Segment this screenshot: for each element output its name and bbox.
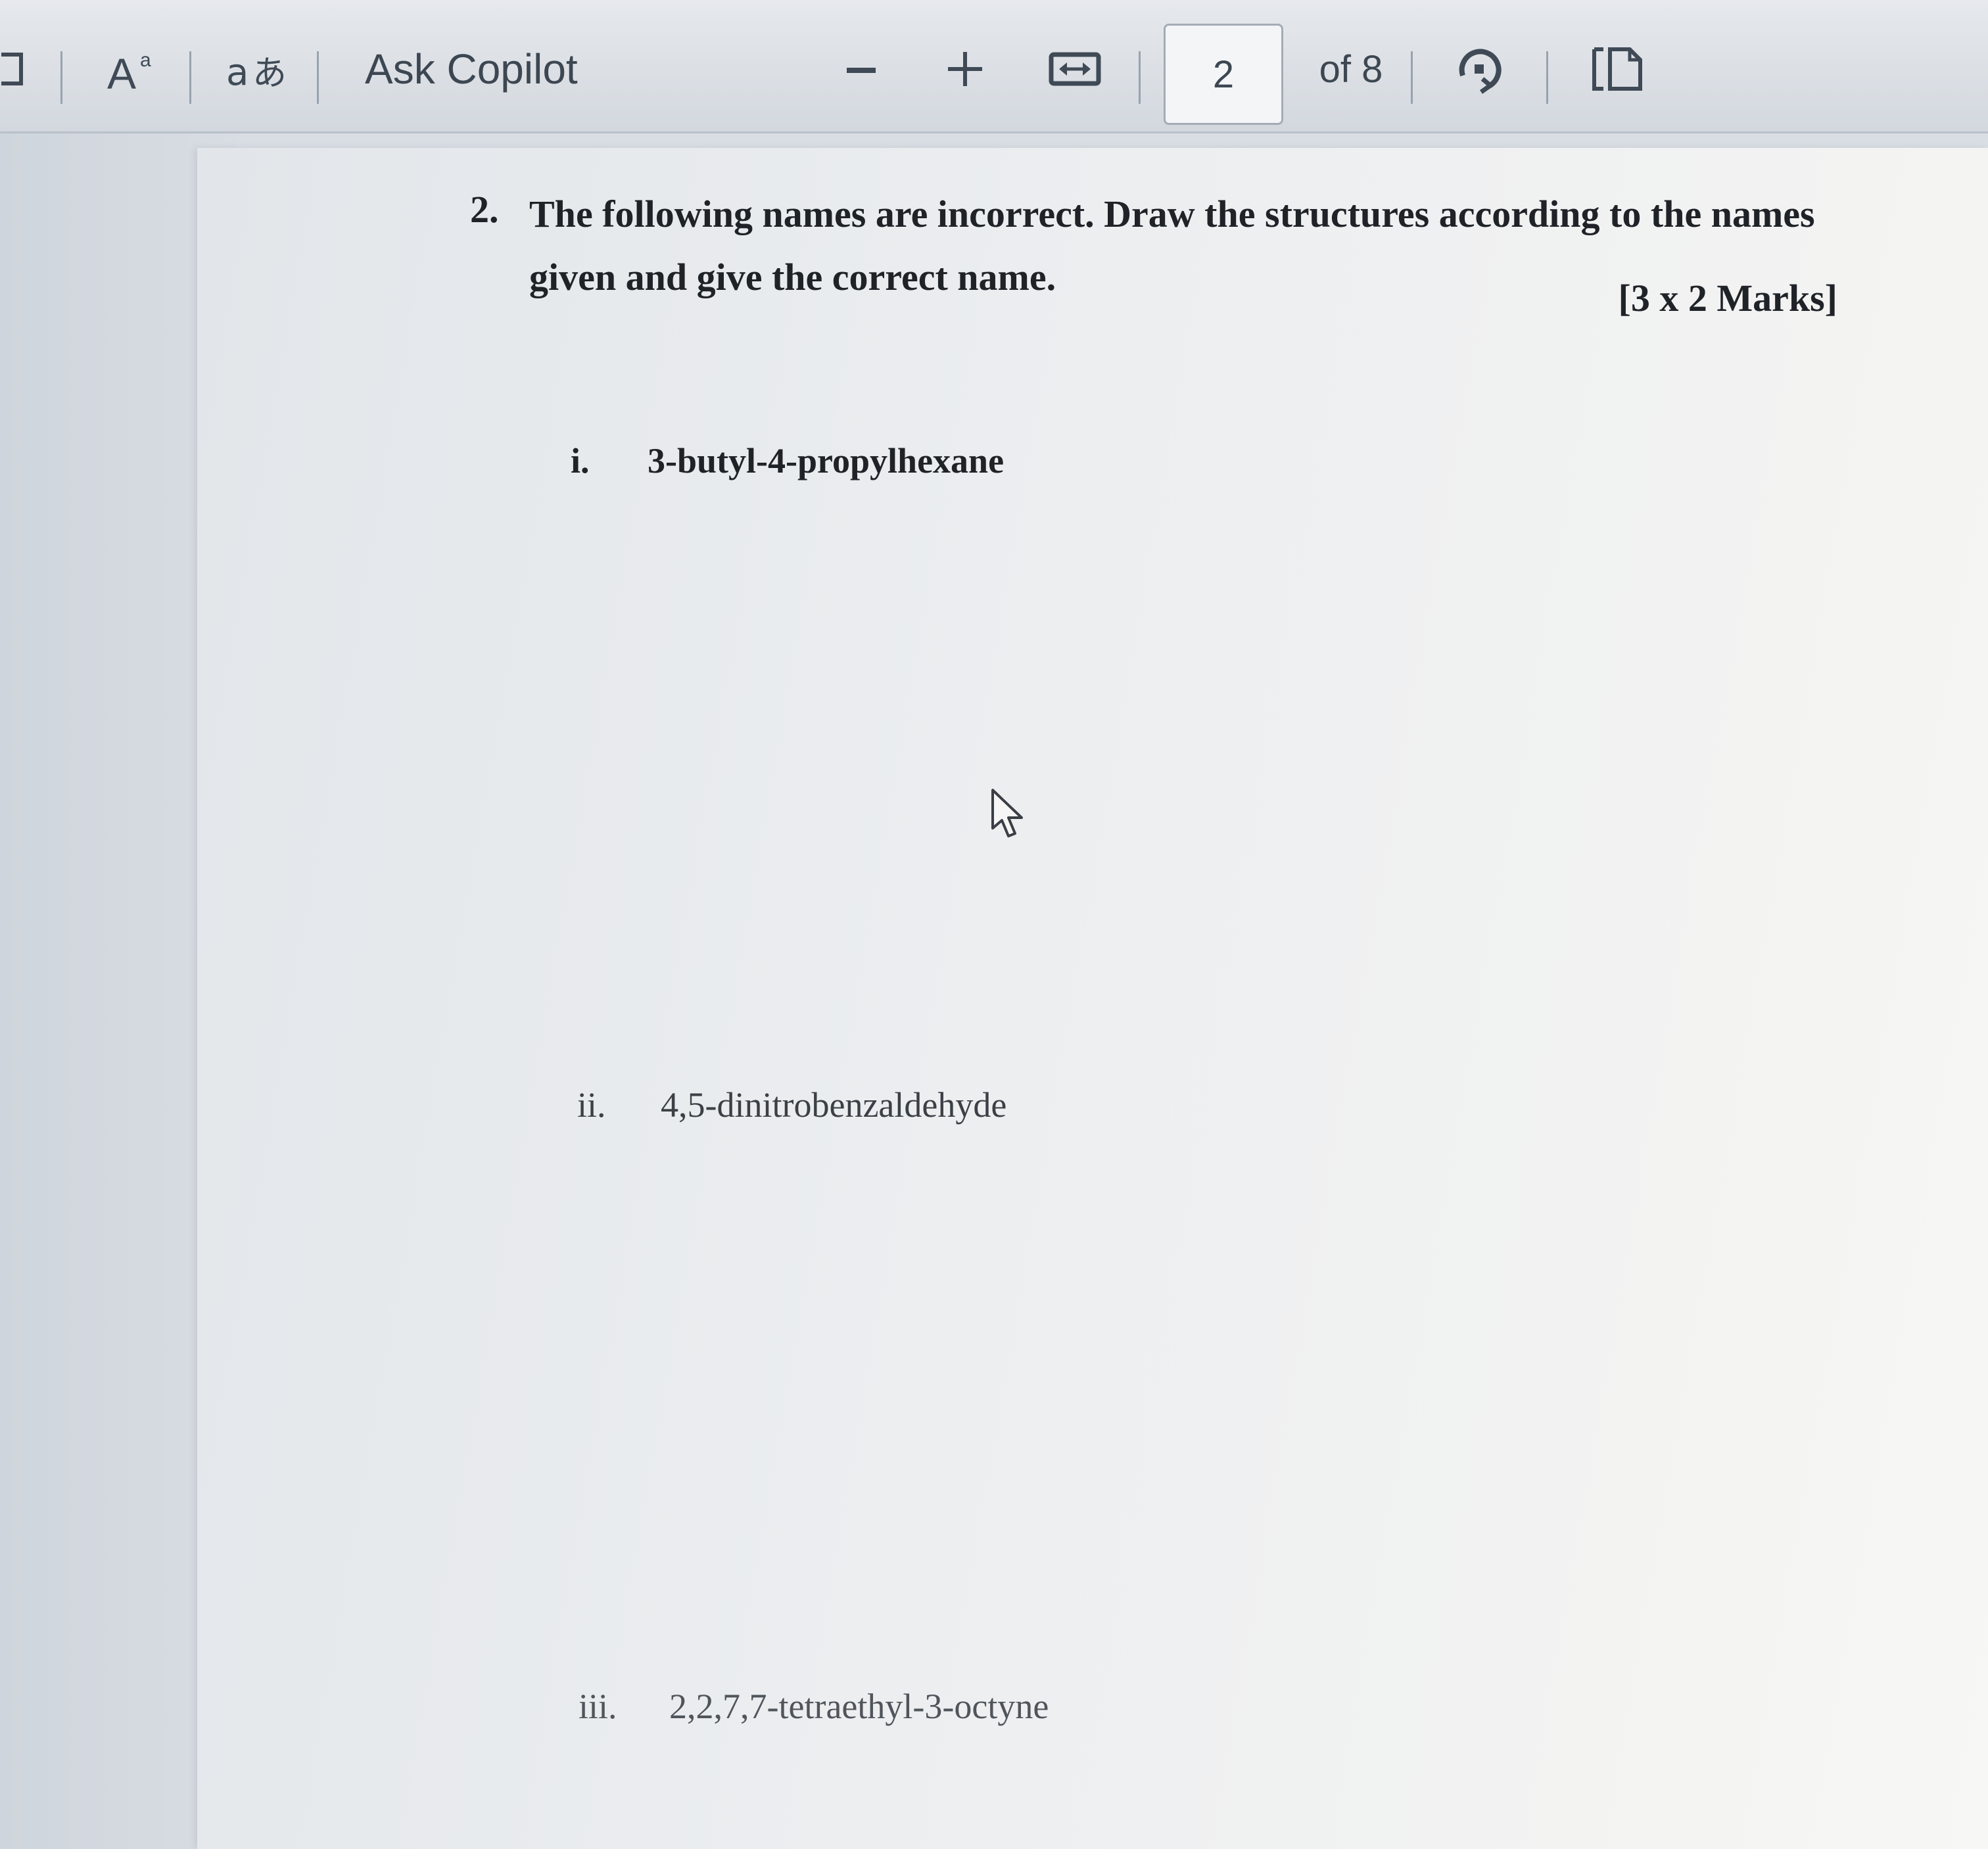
page-view-icon[interactable]	[1584, 39, 1650, 99]
item-text: 3-butyl-4-propylhexane	[648, 441, 1005, 480]
item-text: 2,2,7,7-tetraethyl-3-octyne	[669, 1687, 1049, 1726]
item-number: i.	[571, 441, 590, 480]
toolbar-separator	[1411, 51, 1413, 104]
item-number: iii.	[579, 1687, 617, 1726]
toolbar-separator	[60, 51, 62, 104]
toolbar-separator	[189, 51, 191, 104]
item-text: 4,5-dinitrobenzaldehyde	[661, 1085, 1007, 1125]
toolbar: A a a あ Ask Copilot 2 of 8	[0, 0, 1988, 133]
svg-text:あ: あ	[252, 54, 287, 93]
ask-copilot-label: Ask Copilot	[365, 45, 578, 93]
page-number-input[interactable]: 2	[1164, 24, 1283, 125]
item-number: ii.	[577, 1085, 606, 1125]
svg-text:a: a	[140, 49, 151, 71]
zoom-in-button[interactable]	[939, 39, 991, 99]
sidebar-toggle-icon[interactable]	[0, 39, 26, 99]
toolbar-separator	[1546, 51, 1548, 104]
text-size-icon[interactable]: A a	[99, 39, 171, 99]
marks-label: [3 x 2 Marks]	[1618, 277, 1837, 319]
ask-copilot-button[interactable]: Ask Copilot	[365, 39, 588, 99]
mouse-cursor-icon	[990, 787, 1030, 843]
toolbar-separator	[317, 51, 319, 104]
page-count-label: of 8	[1319, 47, 1383, 91]
page-count: of 8	[1308, 39, 1394, 99]
svg-text:a: a	[226, 51, 248, 94]
toolbar-separator	[1139, 51, 1141, 104]
fit-width-icon[interactable]	[1045, 39, 1104, 99]
translate-icon[interactable]: a あ	[220, 39, 293, 99]
document-page	[197, 148, 1988, 1849]
rotate-icon[interactable]	[1446, 39, 1512, 99]
svg-text:A: A	[107, 49, 136, 95]
question-number: 2.	[470, 188, 499, 231]
zoom-out-button[interactable]	[835, 39, 888, 99]
